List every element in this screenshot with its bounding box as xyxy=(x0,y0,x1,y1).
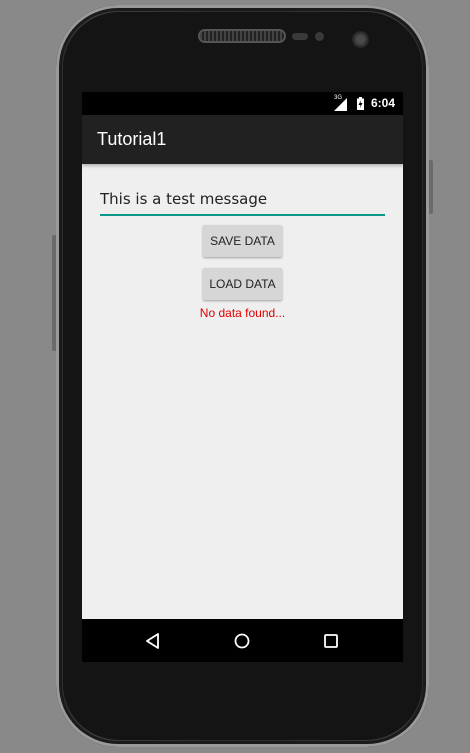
back-icon[interactable] xyxy=(141,629,165,653)
main-content: SAVE DATA LOAD DATA No data found... xyxy=(82,164,403,619)
front-camera-icon xyxy=(352,31,369,48)
app-title: Tutorial1 xyxy=(97,129,167,149)
battery-charging-icon xyxy=(357,97,364,110)
home-icon[interactable] xyxy=(230,629,254,653)
message-input[interactable] xyxy=(100,186,385,216)
status-message: No data found... xyxy=(199,306,286,320)
load-data-button[interactable]: LOAD DATA xyxy=(203,268,282,300)
save-data-button[interactable]: SAVE DATA xyxy=(203,225,282,257)
proximity-sensor xyxy=(292,33,308,40)
earpiece-speaker xyxy=(200,31,284,41)
emulator-stage: 3G 6:04 Tutorial1 SAVE DATA LOAD DATA No… xyxy=(0,0,470,753)
device-screen: 3G 6:04 Tutorial1 SAVE DATA LOAD DATA No… xyxy=(82,92,403,662)
light-sensor xyxy=(315,32,324,41)
navigation-bar xyxy=(82,619,403,662)
status-bar: 3G 6:04 xyxy=(82,92,403,115)
signal-strength-icon xyxy=(334,98,347,111)
app-bar: Tutorial1 xyxy=(82,115,403,164)
recents-icon[interactable] xyxy=(319,629,343,653)
clock-time: 6:04 xyxy=(370,96,395,110)
